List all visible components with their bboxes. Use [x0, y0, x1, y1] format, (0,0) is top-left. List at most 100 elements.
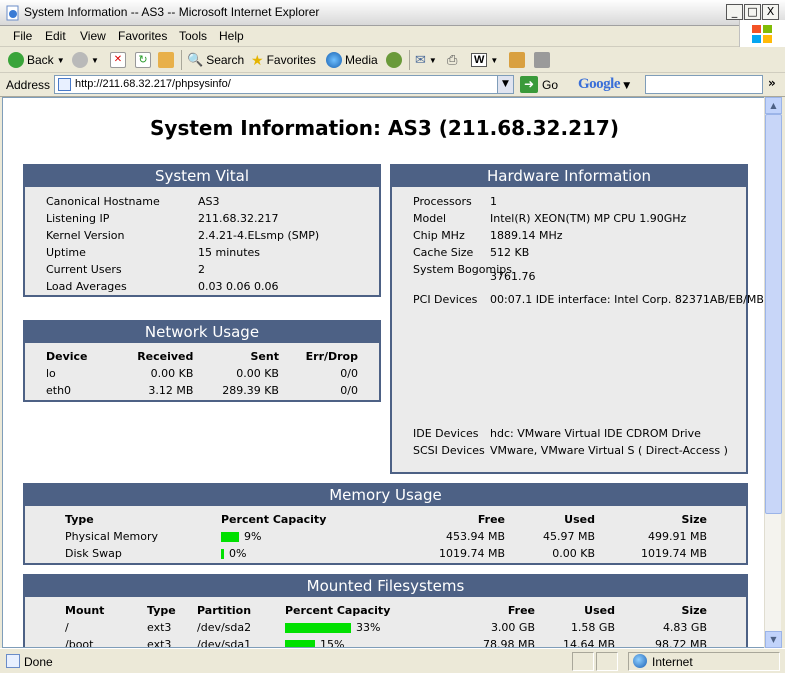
address-bar: Address http://211.68.32.217/phpsysinfo/…	[0, 73, 785, 97]
network-usage-panel: Network Usage Device Received Sent Err/D…	[23, 320, 381, 402]
close-button[interactable]: X	[762, 4, 779, 20]
menu-edit[interactable]: Edit	[45, 29, 66, 43]
toolbar-separator	[181, 50, 182, 70]
system-vital-table: Canonical Hostname AS3 Listening IP 211.68…	[46, 193, 376, 295]
filesystems-table: Mount Type Partition Percent Capacity Fr…	[65, 602, 707, 648]
google-search-input[interactable]	[645, 75, 763, 94]
zone-label: Internet	[652, 655, 693, 669]
research-button[interactable]	[534, 50, 550, 70]
capacity-bar	[221, 532, 239, 542]
col-percent-capacity: Percent Capacity	[221, 513, 327, 526]
favorites-button[interactable]: ★ Favorites	[251, 50, 316, 70]
stop-button[interactable]: ✕	[110, 50, 126, 70]
col-free: Free	[507, 604, 535, 617]
network-usage-header: Network Usage	[25, 322, 379, 343]
status-segment	[572, 652, 594, 671]
media-icon	[326, 52, 342, 68]
forward-button[interactable]: ▼	[72, 50, 99, 70]
history-button[interactable]	[386, 50, 402, 70]
address-input[interactable]: http://211.68.32.217/phpsysinfo/ ▼	[54, 75, 514, 94]
address-dropdown-icon[interactable]: ▼	[497, 76, 513, 93]
home-button[interactable]	[158, 50, 174, 70]
edit-dropdown-icon: ▼	[490, 55, 499, 65]
mounted-filesystems-panel: Mounted Filesystems Mount Type Partition…	[23, 574, 748, 648]
internet-zone-icon	[633, 654, 647, 668]
windows-logo-icon	[739, 20, 785, 48]
hardware-information-panel: Hardware Information Processors 1 Model …	[390, 164, 764, 474]
search-icon: 🔍	[187, 52, 204, 67]
maximize-button[interactable]: □	[744, 4, 761, 20]
vital-row: Current Users 2	[46, 263, 205, 276]
table-row: /boot ext3 /dev/sda1 15% 78.98 MB 14.64 …	[65, 638, 707, 648]
memory-usage-panel: Memory Usage Type Percent Capacity Free …	[23, 483, 748, 565]
google-toolbar-button[interactable]: Google ▼	[578, 76, 630, 93]
mounted-filesystems-header: Mounted Filesystems	[25, 576, 746, 597]
capacity-bar	[285, 623, 351, 633]
hardware-information-header: Hardware Information	[392, 166, 746, 187]
toolbar-separator	[409, 50, 410, 70]
menu-tools[interactable]: Tools	[179, 29, 207, 43]
status-segment	[596, 652, 618, 671]
col-percent-capacity: Percent Capacity	[285, 604, 391, 617]
capacity-bar	[221, 549, 224, 559]
scroll-down-icon[interactable]: ▼	[765, 631, 782, 648]
system-vital-panel: System Vital Canonical Hostname AS3 Liste…	[23, 164, 381, 297]
status-bar: Done Internet	[0, 648, 785, 673]
back-dropdown-icon: ▼	[56, 55, 65, 65]
vital-row: Canonical Hostname AS3	[46, 195, 220, 208]
menu-help[interactable]: Help	[219, 29, 244, 43]
print-button[interactable]: ⎙	[447, 50, 457, 70]
menu-favorites[interactable]: Favorites	[118, 29, 167, 43]
table-row: Disk Swap 0% 1019.74 MB 0.00 KB 1019.74 …	[65, 547, 707, 560]
scrollbar-thumb[interactable]	[765, 114, 782, 514]
google-logo: Google	[578, 76, 621, 92]
memory-table: Type Percent Capacity Free Used Size Phy…	[65, 511, 707, 562]
window-title: System Information -- AS3 -- Microsoft I…	[24, 5, 320, 19]
col-used: Used	[564, 513, 595, 526]
mail-button[interactable]: ✉ ▼	[415, 50, 437, 70]
col-sent: Sent	[250, 350, 279, 363]
system-vital-header: System Vital	[25, 166, 379, 187]
col-mount: Mount	[65, 604, 105, 617]
address-label: Address	[6, 78, 51, 92]
standard-toolbar: Back ▼ ▼ ✕ ↻ 🔍 Search ★ Favorites Media …	[0, 47, 785, 73]
table-row: eth0 3.12 MB 289.39 KB 0/0	[46, 384, 358, 397]
toolbar-overflow-chevron[interactable]: »	[768, 76, 776, 90]
vital-row: Listening IP 211.68.32.217	[46, 212, 279, 225]
edit-button[interactable]: W ▼	[471, 50, 498, 70]
home-icon	[158, 52, 174, 68]
messenger-icon	[509, 52, 525, 68]
col-type: Type	[147, 604, 176, 617]
vertical-scrollbar[interactable]: ▲ ▼	[764, 97, 782, 648]
capacity-bar	[285, 640, 315, 647]
menu-view[interactable]: View	[80, 29, 106, 43]
search-button[interactable]: 🔍 Search	[187, 50, 244, 70]
messenger-button[interactable]	[509, 50, 525, 70]
stop-icon: ✕	[110, 52, 126, 68]
go-arrow-icon: ➜	[520, 76, 538, 93]
hardware-table: Processors 1 Model Intel(R) XEON(TM) MP …	[413, 195, 764, 457]
page-viewport: System Information: AS3 (211.68.32.217) …	[2, 97, 765, 648]
go-button[interactable]: ➜ Go	[520, 76, 558, 93]
col-size: Size	[681, 513, 707, 526]
ie-page-icon	[6, 5, 19, 21]
address-url: http://211.68.32.217/phpsysinfo/	[75, 78, 231, 90]
media-button[interactable]: Media	[326, 50, 378, 70]
window-title-bar[interactable]: System Information -- AS3 -- Microsoft I…	[0, 0, 785, 26]
status-page-icon	[6, 654, 20, 668]
refresh-button[interactable]: ↻	[135, 50, 151, 70]
page-icon	[58, 78, 71, 91]
menu-file[interactable]: File	[13, 29, 32, 43]
forward-dropdown-icon: ▼	[91, 55, 99, 65]
scroll-up-icon[interactable]: ▲	[765, 97, 782, 114]
back-button[interactable]: Back ▼	[8, 50, 65, 70]
vital-row: Load Averages 0.03 0.06 0.06	[46, 280, 279, 293]
col-received: Received	[137, 350, 194, 363]
page-title: System Information: AS3 (211.68.32.217)	[150, 116, 619, 140]
vital-row: Uptime 15 minutes	[46, 246, 261, 259]
network-table: Device Received Sent Err/Drop lo 0.00 KB…	[46, 348, 358, 399]
history-icon	[386, 52, 402, 68]
minimize-button[interactable]: _	[726, 4, 743, 20]
google-dropdown-icon: ▼	[623, 81, 630, 91]
research-icon	[534, 52, 550, 68]
